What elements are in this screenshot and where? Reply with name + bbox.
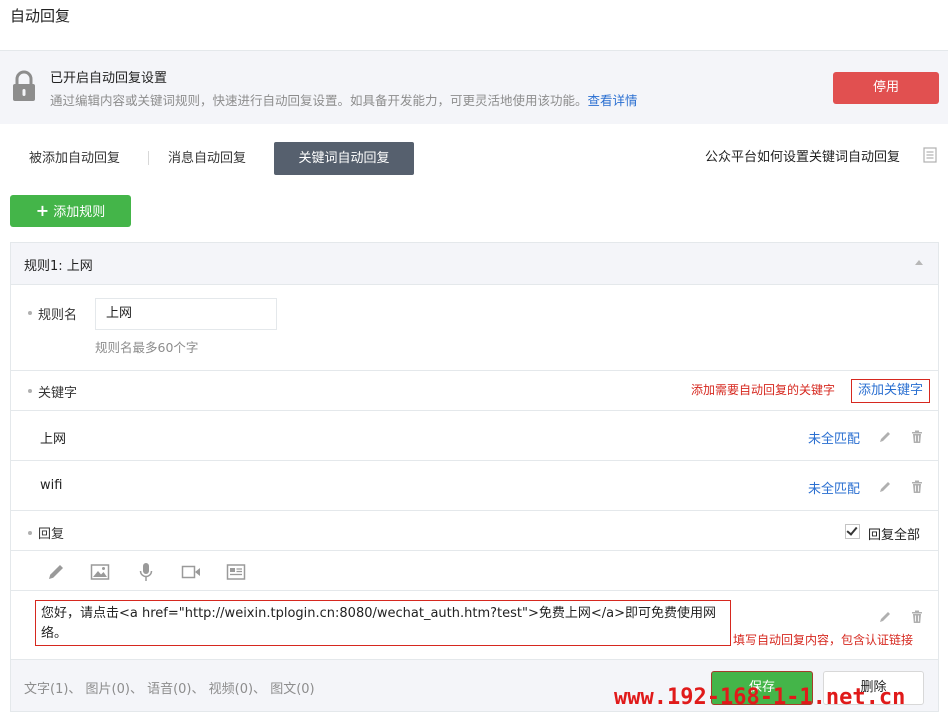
pencil-icon[interactable]	[46, 562, 66, 582]
status-description: 通过编辑内容或关键词规则，快速进行自动回复设置。如具备开发能力，可更灵活地使用该…	[50, 93, 638, 108]
rule-name-hint: 规则名最多60个字	[95, 340, 199, 355]
news-icon[interactable]	[226, 562, 246, 582]
trash-icon[interactable]	[910, 610, 924, 624]
help-link[interactable]: 公众平台如何设置关键词自动回复	[705, 146, 900, 165]
tab-separator	[148, 151, 149, 165]
keyword-text: 上网	[40, 432, 67, 447]
collapse-icon[interactable]	[915, 260, 923, 265]
status-bar: 已开启自动回复设置 通过编辑内容或关键词规则，快速进行自动回复设置。如具备开发能…	[0, 51, 948, 124]
bullet-dot	[28, 531, 32, 535]
keyword-text: wifi	[40, 478, 63, 493]
divider	[11, 590, 938, 591]
divider	[11, 410, 938, 411]
status-title: 已开启自动回复设置	[50, 71, 168, 86]
keyword-annotation: 添加需要自动回复的关键字	[691, 383, 836, 397]
reply-text-editor[interactable]: 您好，请点击<a href="http://weixin.tplogin.cn:…	[35, 600, 731, 646]
tab-keyword-auto-reply[interactable]: 关键词自动回复	[274, 142, 414, 175]
edit-icon[interactable]	[878, 610, 892, 624]
document-icon[interactable]	[923, 147, 937, 163]
check-icon	[846, 524, 858, 536]
lock-icon	[13, 70, 35, 101]
rule-name-input[interactable]: 上网	[95, 298, 277, 330]
rule-panel: 规则1: 上网 规则名 上网 规则名最多60个字 关键字 添加需要自动回复的关键…	[10, 242, 939, 712]
reply-all-checkbox[interactable]	[845, 524, 860, 539]
trash-icon[interactable]	[910, 480, 924, 494]
keyword-match-mode[interactable]: 未全匹配	[808, 428, 860, 447]
plus-icon: +	[35, 201, 50, 220]
divider	[11, 370, 938, 371]
tab-added-auto-reply[interactable]: 被添加自动回复	[29, 142, 120, 175]
image-icon[interactable]	[90, 562, 110, 582]
disable-button[interactable]: 停用	[833, 72, 939, 104]
trash-icon[interactable]	[910, 430, 924, 444]
reply-all-label[interactable]: 回复全部	[868, 524, 920, 543]
bullet-dot	[28, 389, 32, 393]
edit-icon[interactable]	[878, 430, 892, 444]
keyword-label: 关键字	[38, 386, 78, 401]
reply-type-counts: 文字(1)、 图片(0)、 语音(0)、 视频(0)、 图文(0)	[24, 682, 315, 697]
reply-annotation: 填写自动回复内容，包含认证链接	[733, 633, 914, 647]
divider	[11, 510, 938, 511]
divider	[11, 550, 938, 551]
rule-name-label: 规则名	[38, 308, 78, 323]
add-rule-button[interactable]: + 添加规则	[10, 195, 131, 227]
divider	[11, 460, 938, 461]
reply-label: 回复	[38, 527, 65, 542]
video-icon[interactable]	[181, 562, 201, 582]
rule-header[interactable]: 规则1: 上网	[11, 243, 938, 285]
details-link[interactable]: 查看详情	[588, 93, 638, 108]
rule-header-title: 规则1: 上网	[24, 259, 93, 274]
tab-message-auto-reply[interactable]: 消息自动回复	[168, 142, 246, 175]
add-keyword-link[interactable]: 添加关键字	[851, 379, 930, 403]
watermark: www.192-168-1-1.net.cn	[614, 685, 906, 710]
page-title: 自动回复	[10, 7, 71, 25]
microphone-icon[interactable]	[136, 562, 156, 582]
keyword-match-mode[interactable]: 未全匹配	[808, 478, 860, 497]
bullet-dot	[28, 311, 32, 315]
edit-icon[interactable]	[878, 480, 892, 494]
